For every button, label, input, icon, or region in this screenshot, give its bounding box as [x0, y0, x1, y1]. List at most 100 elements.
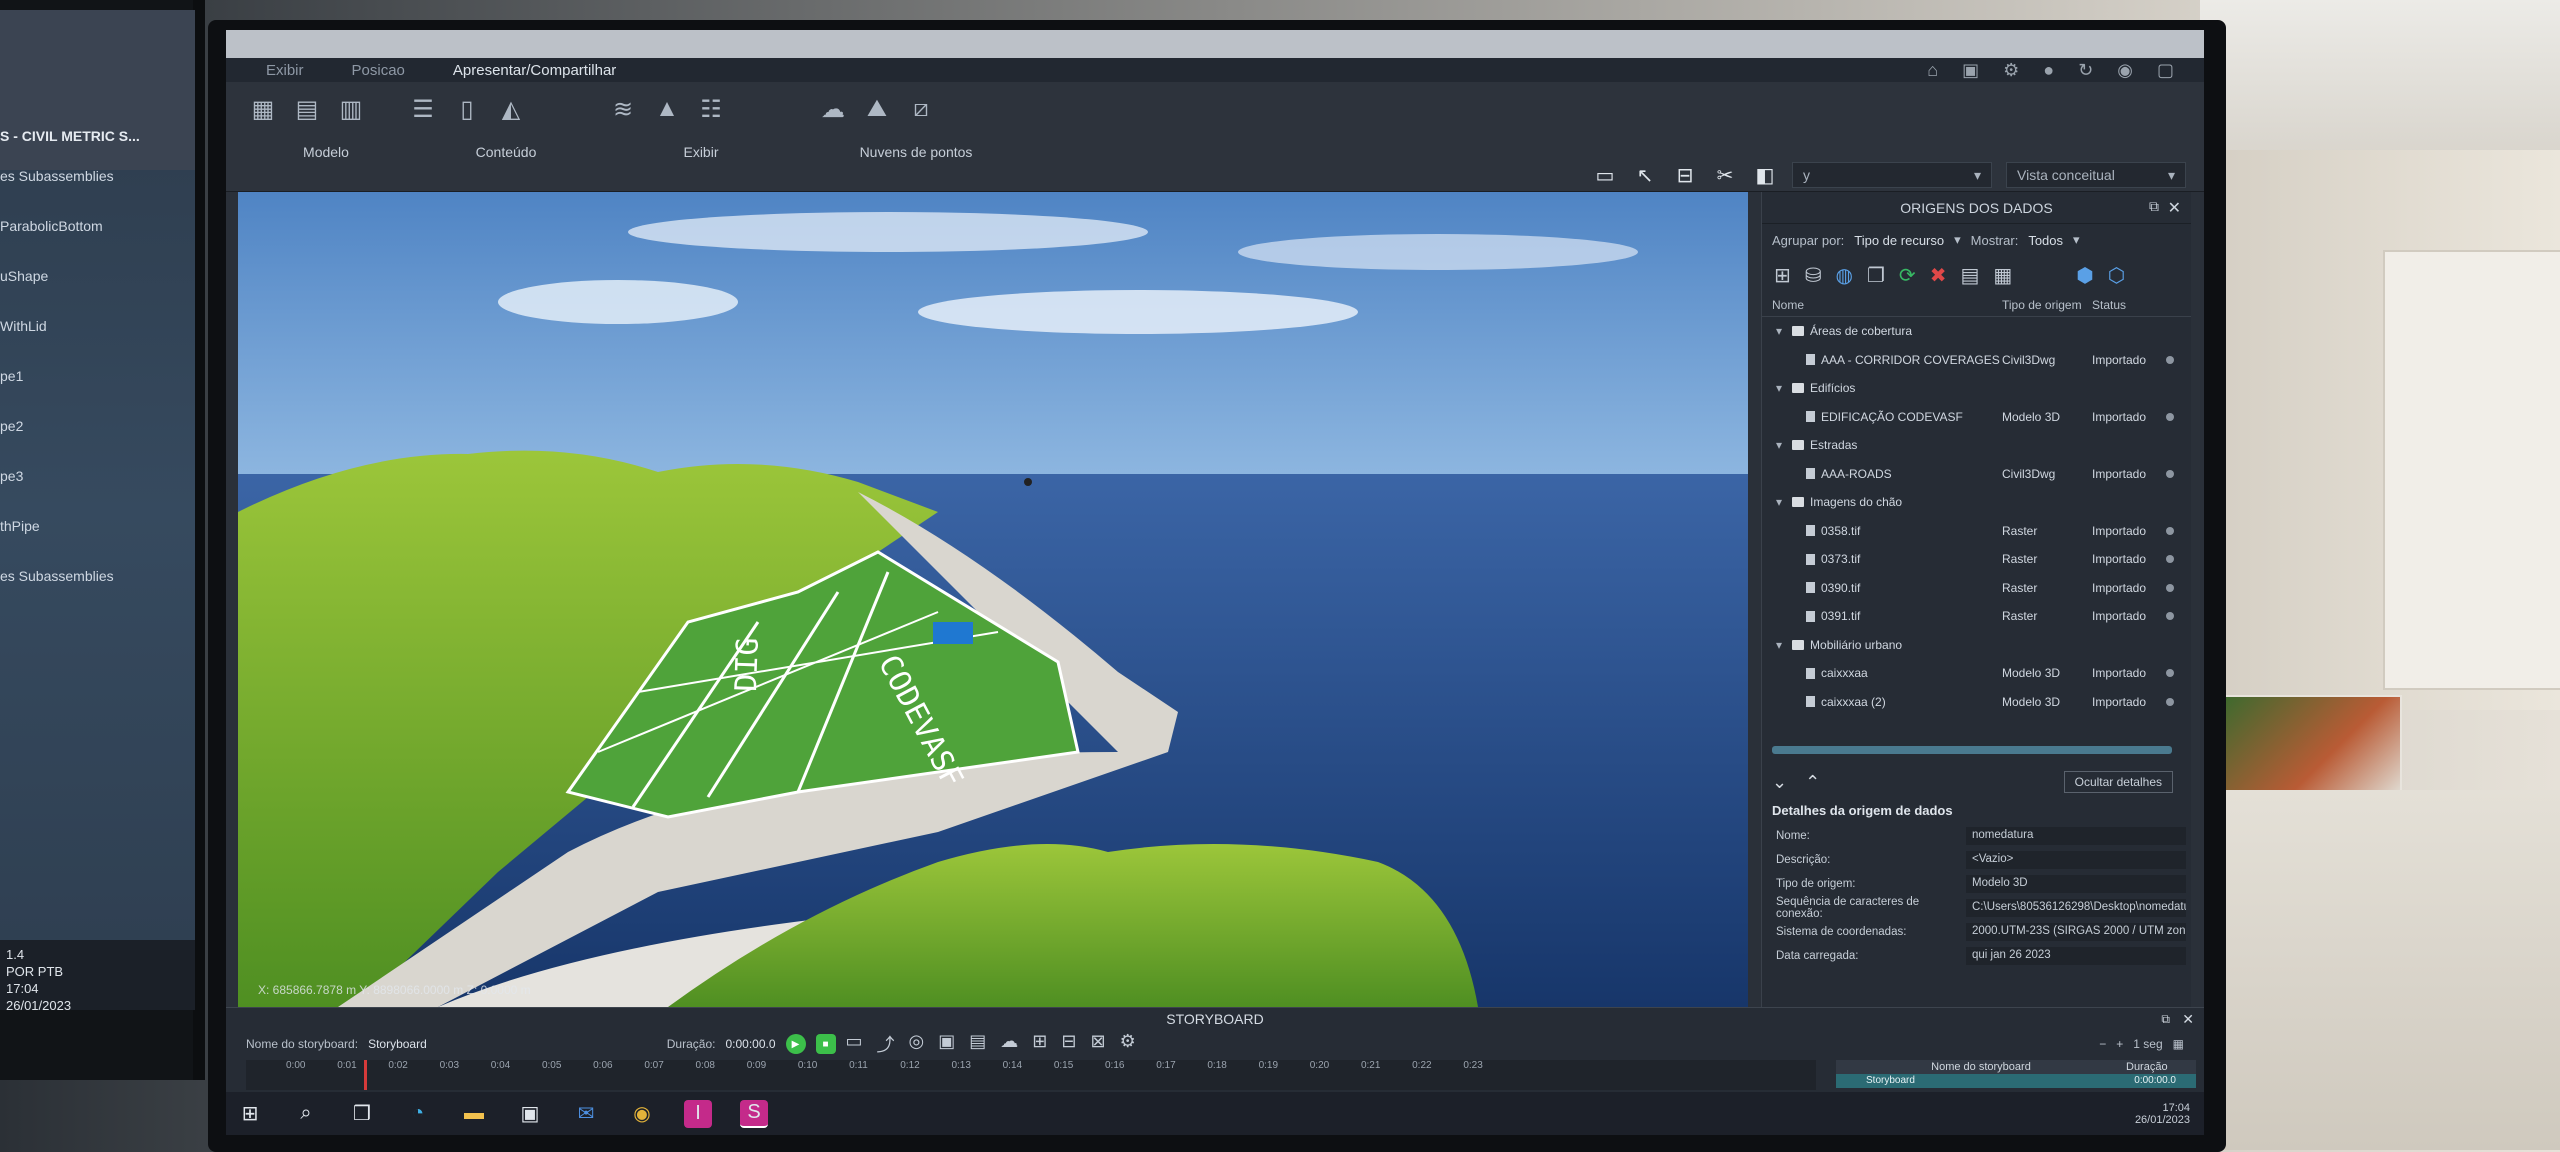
left-list-item[interactable]: ParabolicBottom: [0, 212, 195, 240]
collapse-icon[interactable]: ⌄: [1772, 772, 1787, 793]
user-icon[interactable]: ◉: [2117, 60, 2133, 81]
terrain-icon[interactable]: ▲: [650, 92, 684, 126]
delete-key-icon[interactable]: ⊠: [1090, 1031, 1105, 1057]
edit-key-icon[interactable]: ⊟: [1061, 1031, 1076, 1057]
timeline-zoom[interactable]: 1 seg: [2133, 1037, 2162, 1051]
sync-icon[interactable]: ↻: [2078, 60, 2093, 81]
search-icon[interactable]: ⌕: [292, 1100, 320, 1128]
left-list-item[interactable]: pe3: [0, 462, 195, 490]
left-list-item[interactable]: pe1: [0, 362, 195, 390]
chrome-icon[interactable]: ◉: [628, 1100, 656, 1128]
tree-folder[interactable]: Estradas: [1762, 431, 2191, 460]
path-icon[interactable]: ⤴: [877, 1031, 895, 1057]
tree-folder[interactable]: Imagens do chão: [1762, 488, 2191, 517]
close-icon[interactable]: ✕: [2182, 1008, 2194, 1030]
windows-start-icon[interactable]: ⊞: [236, 1100, 264, 1128]
ribbon-group-label[interactable]: Exibir: [606, 144, 796, 160]
view-style-combo[interactable]: Vista conceitual ▾: [2006, 162, 2186, 188]
left-list-item[interactable]: uShape: [0, 262, 195, 290]
road-icon[interactable]: ◭: [494, 92, 528, 126]
home-icon[interactable]: ⌂: [1927, 60, 1938, 81]
app-icon[interactable]: I: [684, 1099, 712, 1128]
layout-icon[interactable]: ▣: [1962, 60, 1979, 81]
tree-folder[interactable]: Edifícios: [1762, 374, 2191, 403]
table-icon[interactable]: ▦: [1993, 263, 2012, 288]
group-by-select[interactable]: Tipo de recurso: [1854, 233, 1944, 248]
sheets-icon[interactable]: ≋: [606, 92, 640, 126]
file-icon[interactable]: ▤: [1960, 263, 1979, 288]
app-active-icon[interactable]: S: [740, 1099, 768, 1128]
float-panel-icon[interactable]: ⧉: [2161, 1008, 2170, 1030]
export-video-icon[interactable]: ▦: [2173, 1037, 2184, 1051]
slash-icon[interactable]: ⧄: [904, 92, 938, 126]
globe-icon[interactable]: ◍: [1836, 263, 1853, 288]
storyboard-name-value[interactable]: Storyboard: [368, 1037, 427, 1051]
import-icon[interactable]: ⬡: [2108, 263, 2125, 288]
tree-item[interactable]: caixxxaa Modelo 3D Importado: [1762, 659, 2191, 688]
storyboard-list-item[interactable]: Storyboard 0:00:00.0: [1836, 1074, 2196, 1088]
window-options-icon[interactable]: ▢: [2157, 60, 2174, 81]
export-icon[interactable]: ⬢: [2076, 263, 2093, 288]
tree-folder[interactable]: Mobiliário urbano: [1762, 631, 2191, 660]
select-icon[interactable]: ↖: [1632, 162, 1658, 188]
left-list-item[interactable]: pe2: [0, 412, 195, 440]
details-value[interactable]: <Vazio>: [1966, 851, 2186, 869]
tree-scrollbar[interactable]: [1772, 746, 2172, 754]
tree-item[interactable]: 0358.tif Raster Importado: [1762, 517, 2191, 546]
weather-icon[interactable]: ☁: [1000, 1031, 1018, 1057]
tree-item[interactable]: caixxxaa (2) Modelo 3D Importado: [1762, 688, 2191, 717]
capture-icon[interactable]: ▤: [969, 1031, 986, 1057]
record-icon[interactable]: ▣: [938, 1031, 955, 1057]
tree-item[interactable]: 0373.tif Raster Importado: [1762, 545, 2191, 574]
left-list-item[interactable]: es Subassemblies: [0, 162, 195, 190]
camera-icon[interactable]: ◎: [909, 1031, 925, 1057]
details-value[interactable]: Modelo 3D: [1966, 875, 2186, 893]
menu-exibir[interactable]: Exibir: [266, 62, 304, 79]
layer-combo[interactable]: y ▾: [1792, 162, 1992, 188]
copy-icon[interactable]: ❐: [1867, 263, 1885, 288]
timeline-playhead[interactable]: [364, 1060, 367, 1090]
hide-details-button[interactable]: Ocultar detalhes: [2063, 771, 2173, 793]
cube-icon[interactable]: ▦: [246, 92, 280, 126]
help-icon[interactable]: ●: [2043, 60, 2054, 81]
left-list-item[interactable]: WithLid: [0, 312, 195, 340]
close-icon[interactable]: ✕: [2168, 198, 2181, 218]
list-icon[interactable]: ☷: [694, 92, 728, 126]
taskbar-clock[interactable]: 17:04 26/01/2023: [2135, 1102, 2190, 1126]
ribbon-group-label[interactable]: Conteúdo: [406, 144, 606, 160]
edge-icon[interactable]: ◔: [404, 1100, 432, 1128]
task-view-icon[interactable]: ❒: [348, 1100, 376, 1128]
menu-posicao[interactable]: Posicao: [352, 62, 405, 79]
store-icon[interactable]: ▣: [516, 1100, 544, 1128]
duration-value[interactable]: 0:00:00.0: [725, 1037, 775, 1051]
tree-item[interactable]: 0390.tif Raster Importado: [1762, 574, 2191, 603]
database-icon[interactable]: ⛁: [1805, 263, 1822, 288]
tree-item[interactable]: EDIFICAÇÃO CODEVASF Modelo 3D Importado: [1762, 403, 2191, 432]
gear-icon[interactable]: ⚙: [2003, 60, 2019, 81]
stack-icon[interactable]: ☰: [406, 92, 440, 126]
mountain-icon[interactable]: ⛰: [860, 92, 894, 126]
column-status[interactable]: Status: [2092, 298, 2172, 312]
expand-icon[interactable]: ⌃: [1805, 772, 1820, 793]
timeline[interactable]: 0:00 0:01 0:02 0:03 0:04 0:05 0:06 0:07 0:08 0:09…: [246, 1060, 1816, 1090]
refresh-icon[interactable]: ⟳: [1899, 263, 1916, 288]
play-button[interactable]: ▶: [785, 1034, 806, 1054]
details-value[interactable]: nomedatura: [1966, 827, 2186, 845]
3d-viewport[interactable]: CODEVASF DIG X: 685866.7878 m Y: 8898066…: [238, 192, 1748, 1007]
zoom-out-icon[interactable]: −: [2099, 1037, 2106, 1051]
add-key-icon[interactable]: ⊞: [1032, 1031, 1047, 1057]
details-value[interactable]: C:\Users\80536126298\Desktop\nomedatura.…: [1966, 899, 2186, 917]
left-list-item[interactable]: thPipe: [0, 512, 195, 540]
layers-icon[interactable]: ▤: [290, 92, 324, 126]
stop-button[interactable]: ■: [815, 1034, 836, 1054]
grid-icon[interactable]: ▥: [334, 92, 368, 126]
show-select[interactable]: Todos: [2028, 233, 2063, 248]
present-icon[interactable]: ▭: [1592, 162, 1618, 188]
details-value[interactable]: qui jan 26 2023: [1966, 947, 2186, 965]
tree-item[interactable]: AAA - CORRIDOR COVERAGES Civil3Dwg Importa…: [1762, 346, 2191, 375]
column-tipo-origem[interactable]: Tipo de origem: [2002, 298, 2092, 312]
cut-icon[interactable]: ✂: [1712, 162, 1738, 188]
float-panel-icon[interactable]: ⧉: [2149, 198, 2159, 215]
details-value[interactable]: 2000.UTM-23S (SIRGAS 2000 / UTM zone 23S…: [1966, 923, 2186, 941]
delete-icon[interactable]: ✖: [1930, 263, 1947, 288]
